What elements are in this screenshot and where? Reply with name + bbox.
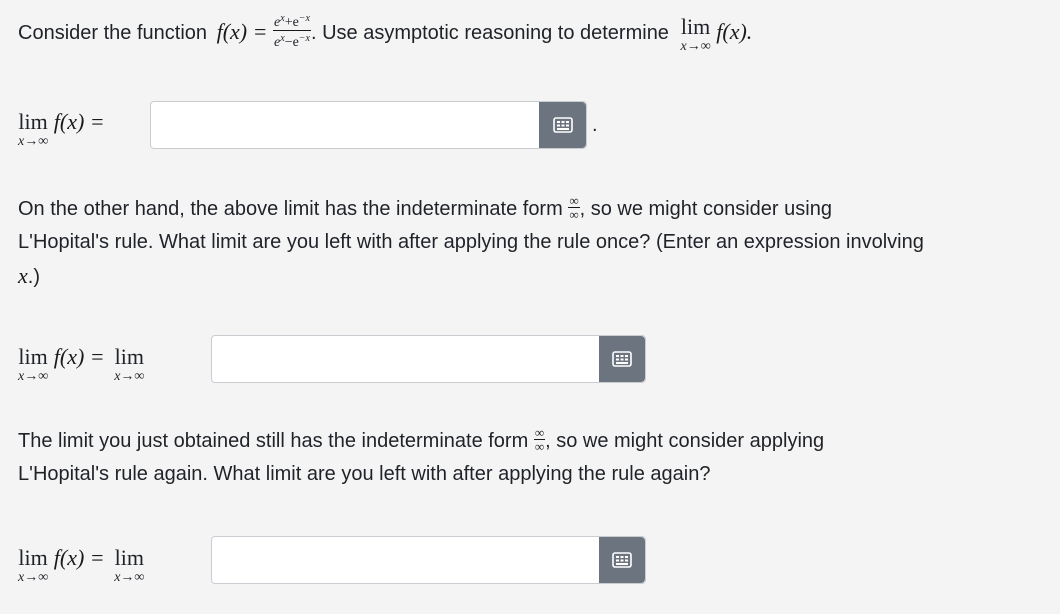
- question-instruction: . Use asymptotic reasoning to determine: [310, 22, 669, 44]
- question-limit: lim x→∞: [680, 14, 711, 55]
- paragraph-lhopital-again: The limit you just obtained still has th…: [18, 425, 1058, 491]
- part2-limit-rhs: lim x→∞: [114, 344, 145, 385]
- part1-trailing-period: .: [592, 114, 598, 136]
- paragraph-lhopital-once: On the other hand, the above limit has t…: [18, 193, 1058, 294]
- part3-limit-rhs: lim x→∞: [114, 545, 145, 586]
- indeterminate-form: ∞ ∞: [533, 425, 546, 455]
- part1-limit: lim x→∞: [18, 109, 49, 150]
- part2-answer-input[interactable]: [211, 335, 646, 383]
- indeterminate-form: ∞ ∞: [568, 193, 580, 223]
- fraction-numerator: ex+e−x: [273, 13, 311, 32]
- question-text: Consider the function f(x) = ex+e−x ex−e…: [18, 12, 753, 55]
- part2-keyboard-button[interactable]: [599, 336, 645, 382]
- part1-fx: f(x) =: [53, 109, 105, 134]
- part3-limit: lim x→∞: [18, 545, 49, 586]
- part3-fx: f(x) =: [53, 545, 105, 570]
- function-fraction: ex+e−x ex−e−x: [273, 12, 311, 51]
- paragraph2-line1: On the other hand, the above limit has t…: [18, 198, 563, 220]
- part3-expression: lim x→∞ f(x) = lim x→∞: [18, 546, 144, 586]
- paragraph2-variable: x: [18, 263, 28, 288]
- paragraph3-line2: L'Hopital's rule again. What limit are y…: [18, 463, 711, 485]
- part3-keyboard-button[interactable]: [599, 537, 645, 583]
- question-limit-target: f(x).: [716, 19, 753, 44]
- part1-keyboard-button[interactable]: [539, 102, 586, 148]
- question-intro: Consider the function: [18, 22, 208, 44]
- part1-expression: lim x→∞ f(x) =: [18, 110, 105, 150]
- part2-limit: lim x→∞: [18, 344, 49, 385]
- function-label: f(x) =: [216, 19, 268, 44]
- paragraph2-line2: L'Hopital's rule. What limit are you lef…: [18, 231, 924, 253]
- math-keyboard-icon: [552, 117, 573, 133]
- paragraph3-line1: The limit you just obtained still has th…: [18, 430, 529, 452]
- part2-fx: f(x) =: [53, 344, 105, 369]
- math-keyboard-icon: [612, 351, 632, 367]
- fraction-denominator: ex−e−x: [274, 33, 310, 51]
- math-keyboard-icon: [612, 552, 632, 568]
- part1-answer-input[interactable]: [150, 101, 587, 149]
- part3-answer-input[interactable]: [211, 536, 646, 584]
- part2-expression: lim x→∞ f(x) = lim x→∞: [18, 345, 144, 385]
